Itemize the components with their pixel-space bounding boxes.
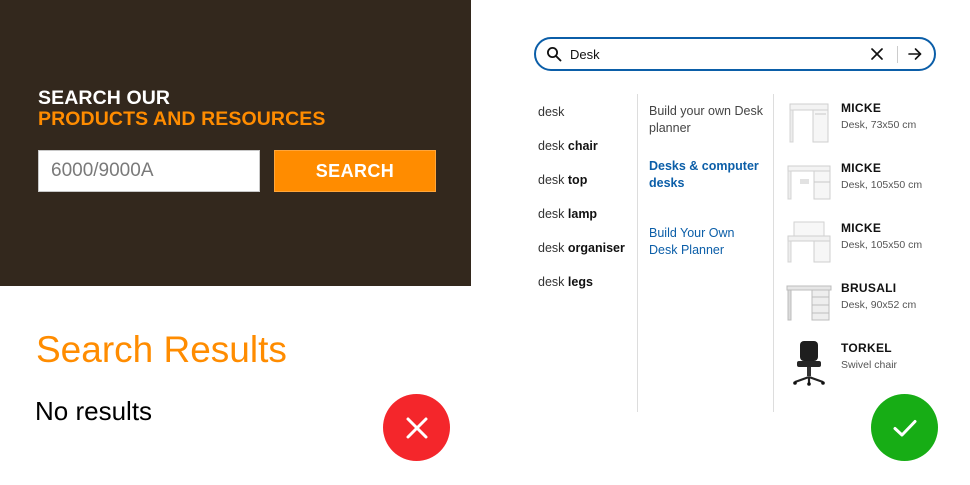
query-suggestions: desk desk chair desk top desk lamp desk … [538,96,634,300]
suggestion-prefix: desk [538,173,568,187]
suggestion-item[interactable]: desk lamp [538,198,634,232]
good-example-badge [871,394,938,461]
hero-search-button[interactable]: SEARCH [274,150,436,192]
product-name: MICKE [841,161,882,175]
hero-heading-line1: SEARCH OUR [38,87,171,109]
no-results-text: No results [35,396,153,426]
search-bar[interactable]: Desk [534,37,936,71]
column-divider [637,94,638,412]
suggestion-item[interactable]: desk legs [538,266,634,300]
link-desk-planner[interactable]: Build your own Desk planner [649,103,764,137]
product-result[interactable]: MICKE Desk, 73x50 cm [786,100,946,148]
product-result[interactable]: BRUSALI Desk, 90x52 cm [786,280,946,328]
hero-search-input[interactable] [38,150,260,192]
product-thumbnail [786,285,832,321]
suggestion-completion: top [567,173,588,187]
product-name: MICKE [841,221,882,235]
product-description: Desk, 73x50 cm [841,119,917,131]
suggestion-prefix: desk [538,241,568,255]
link-desks-computer-desks[interactable]: Desks & computer desks [649,158,764,192]
check-icon [893,419,916,436]
product-result[interactable]: TORKEL Swivel chair [786,340,946,388]
search-input-value[interactable]: Desk [570,47,600,62]
suggestion-item[interactable]: desk chair [538,130,634,164]
suggestion-item[interactable]: desk organiser [538,232,634,266]
related-links: Build your own Desk planner Desks & comp… [649,103,764,259]
product-result[interactable]: MICKE Desk, 105x50 cm [786,160,946,208]
suggestion-item[interactable]: desk top [538,164,634,198]
product-description: Desk, 105x50 cm [841,179,923,191]
search-results-title: Search Results [36,329,287,370]
hero-heading: SEARCH OUR PRODUCTS AND RESOURCES [38,88,326,130]
product-description: Desk, 90x52 cm [841,299,917,311]
arrow-right-icon[interactable] [907,46,923,62]
suggestion-completion: legs [567,275,593,289]
product-name: TORKEL [841,341,892,355]
product-thumbnail [787,221,831,263]
link-build-desk-planner[interactable]: Build Your Own Desk Planner [649,225,764,259]
product-result[interactable]: MICKE Desk, 105x50 cm [786,220,946,268]
product-thumbnail [787,165,831,200]
left-search-hero: SEARCH OUR PRODUCTS AND RESOURCES SEARCH [0,0,471,286]
column-divider [773,94,774,412]
clear-icon[interactable] [870,47,884,61]
suggestion-prefix: desk [538,139,568,153]
product-name: BRUSALI [841,281,897,295]
search-icon [547,47,562,62]
search-bar-divider [897,46,898,63]
suggestion-item[interactable]: desk [538,96,634,130]
product-thumbnail [789,103,829,143]
product-description: Desk, 105x50 cm [841,239,923,251]
close-icon [406,417,427,438]
suggestion-prefix: desk [538,275,568,289]
suggestion-completion: lamp [567,207,598,221]
suggestion-prefix: desk [538,105,565,119]
bad-example-badge [383,394,450,461]
suggestion-completion: chair [567,139,598,153]
suggestion-prefix: desk [538,207,568,221]
product-thumbnail [793,341,825,386]
product-description: Swivel chair [841,359,898,371]
suggestion-completion: organiser [567,241,625,255]
product-name: MICKE [841,101,882,115]
hero-heading-line2: PRODUCTS AND RESOURCES [38,108,326,130]
